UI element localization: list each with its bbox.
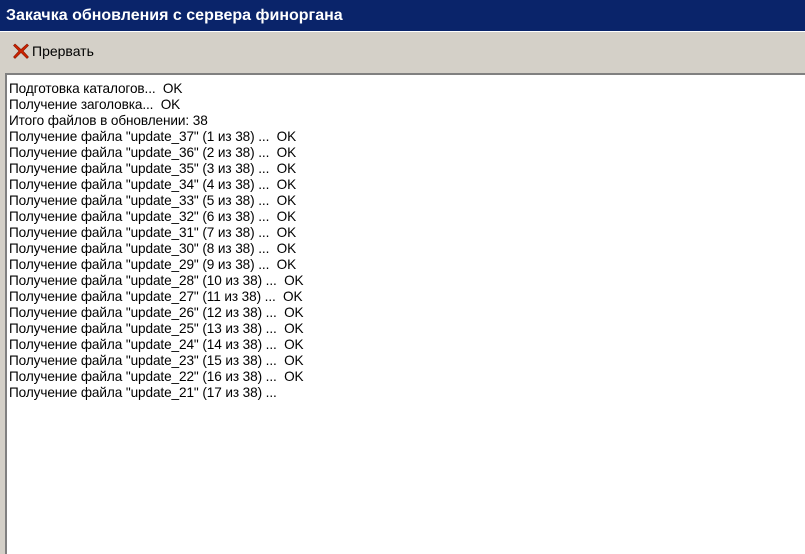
log-line: Получение заголовка... OK	[9, 97, 181, 112]
log-line: Получение файла "update_37" (1 из 38) ..…	[9, 129, 297, 144]
log-line: Получение файла "update_35" (3 из 38) ..…	[9, 161, 297, 176]
log-line: Получение файла "update_27" (11 из 38) .…	[9, 289, 303, 304]
abort-button[interactable]: Прервать	[12, 39, 94, 63]
log-line: Получение файла "update_22" (16 из 38) .…	[9, 369, 304, 384]
log-line: Получение файла "update_25" (13 из 38) .…	[9, 321, 304, 336]
log-line: Получение файла "update_33" (5 из 38) ..…	[9, 193, 297, 208]
log-line: Получение файла "update_26" (12 из 38) .…	[9, 305, 304, 320]
log-line: Получение файла "update_23" (15 из 38) .…	[9, 353, 304, 368]
log-line: Получение файла "update_24" (14 из 38) .…	[9, 337, 304, 352]
log-line: Получение файла "update_21" (17 из 38) .…	[9, 385, 277, 400]
toolbar: Прервать	[0, 31, 805, 70]
red-x-icon	[12, 42, 30, 60]
log-line: Получение файла "update_30" (8 из 38) ..…	[9, 241, 297, 256]
download-log[interactable]: Подготовка каталогов... OK Получение заг…	[5, 73, 805, 554]
log-line: Получение файла "update_32" (6 из 38) ..…	[9, 209, 297, 224]
update-download-window: Закачка обновления с сервера финоргана П…	[0, 0, 805, 554]
log-line: Подготовка каталогов... OK	[9, 81, 183, 96]
log-line: Получение файла "update_28" (10 из 38) .…	[9, 273, 304, 288]
log-line: Получение файла "update_31" (7 из 38) ..…	[9, 225, 297, 240]
log-line: Получение файла "update_29" (9 из 38) ..…	[9, 257, 297, 272]
abort-button-label: Прервать	[32, 43, 94, 59]
log-line: Получение файла "update_36" (2 из 38) ..…	[9, 145, 297, 160]
window-title: Закачка обновления с сервера финоргана	[0, 0, 805, 31]
log-line: Итого файлов в обновлении: 38	[9, 113, 208, 128]
log-line: Получение файла "update_34" (4 из 38) ..…	[9, 177, 297, 192]
